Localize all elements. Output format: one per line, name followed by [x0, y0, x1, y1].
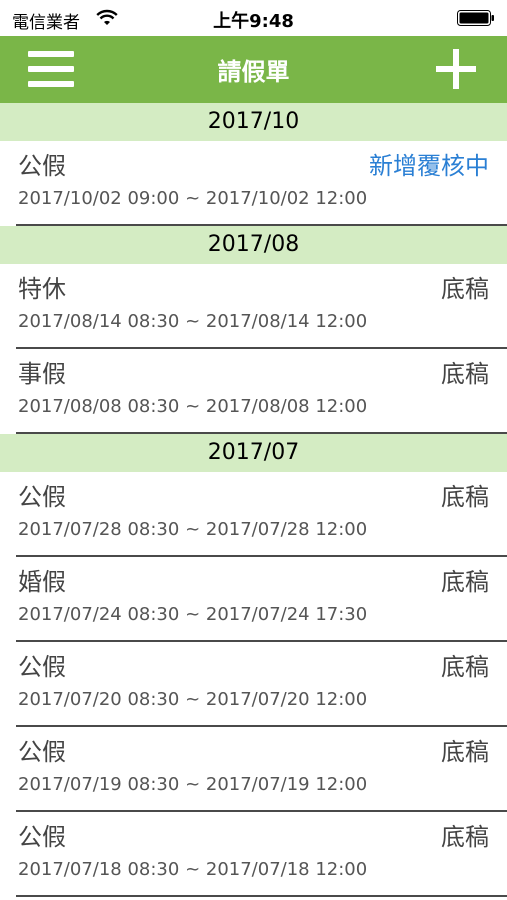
leave-date-range: 2017/07/19 08:30 ~ 2017/07/19 12:00 [18, 774, 368, 795]
leave-status: 底稿 [441, 483, 489, 511]
leave-status: 底稿 [441, 568, 489, 596]
leave-row[interactable]: 事假 底稿 2017/08/08 08:30 ~ 2017/08/08 12:00 [0, 349, 507, 434]
leave-type: 特休 [18, 275, 66, 303]
leave-status: 底稿 [441, 823, 489, 851]
leave-date-range: 2017/07/24 08:30 ~ 2017/07/24 17:30 [18, 604, 368, 625]
leave-type: 公假 [18, 738, 66, 766]
row-divider [16, 895, 507, 897]
leave-row[interactable]: 公假 底稿 2017/07/19 08:30 ~ 2017/07/19 12:00 [0, 727, 507, 812]
status-time: 上午9:48 [213, 11, 294, 32]
leave-status: 新增覆核中 [369, 152, 489, 180]
leave-status: 底稿 [441, 275, 489, 303]
section-header: 2017/07 [0, 434, 507, 472]
leave-row[interactable]: 公假 新增覆核中 2017/10/02 09:00 ~ 2017/10/02 12:… [0, 141, 507, 226]
add-icon[interactable] [436, 49, 476, 89]
menu-icon[interactable] [28, 50, 76, 88]
leave-row[interactable]: 公假 底稿 2017/07/28 08:30 ~ 2017/07/28 12:00 [0, 472, 507, 557]
section-header: 2017/10 [0, 103, 507, 141]
status-bar: 電信業者 上午9:48 [0, 0, 507, 36]
leave-date-range: 2017/10/02 09:00 ~ 2017/10/02 12:00 [18, 188, 368, 209]
leave-status: 底稿 [441, 738, 489, 766]
leave-date-range: 2017/08/14 08:30 ~ 2017/08/14 12:00 [18, 311, 368, 332]
leave-date-range: 2017/07/28 08:30 ~ 2017/07/28 12:00 [18, 519, 368, 540]
row-divider [16, 432, 507, 434]
leave-date-range: 2017/08/08 08:30 ~ 2017/08/08 12:00 [18, 396, 368, 417]
leave-type: 公假 [18, 823, 66, 851]
leave-list: 2017/10 公假 新增覆核中 2017/10/02 09:00 ~ 2017/10… [0, 103, 507, 897]
navigation-bar: 請假單 [0, 36, 507, 103]
leave-row[interactable]: 公假 底稿 2017/07/18 08:30 ~ 2017/07/18 12:00 [0, 812, 507, 897]
leave-date-range: 2017/07/18 08:30 ~ 2017/07/18 12:00 [18, 859, 368, 880]
leave-date-range: 2017/07/20 08:30 ~ 2017/07/20 12:00 [18, 689, 368, 710]
leave-status: 底稿 [441, 360, 489, 388]
leave-type: 事假 [18, 360, 66, 388]
leave-row[interactable]: 特休 底稿 2017/08/14 08:30 ~ 2017/08/14 12:00 [0, 264, 507, 349]
battery-icon [457, 10, 494, 26]
leave-type: 婚假 [18, 568, 66, 596]
leave-row[interactable]: 公假 底稿 2017/07/20 08:30 ~ 2017/07/20 12:00 [0, 642, 507, 727]
leave-status: 底稿 [441, 653, 489, 681]
section-header: 2017/08 [0, 226, 507, 264]
row-divider [16, 224, 507, 226]
leave-type: 公假 [18, 653, 66, 681]
page-title: 請假單 [217, 58, 290, 86]
leave-type: 公假 [18, 483, 66, 511]
leave-type: 公假 [18, 152, 66, 180]
leave-row[interactable]: 婚假 底稿 2017/07/24 08:30 ~ 2017/07/24 17:30 [0, 557, 507, 642]
